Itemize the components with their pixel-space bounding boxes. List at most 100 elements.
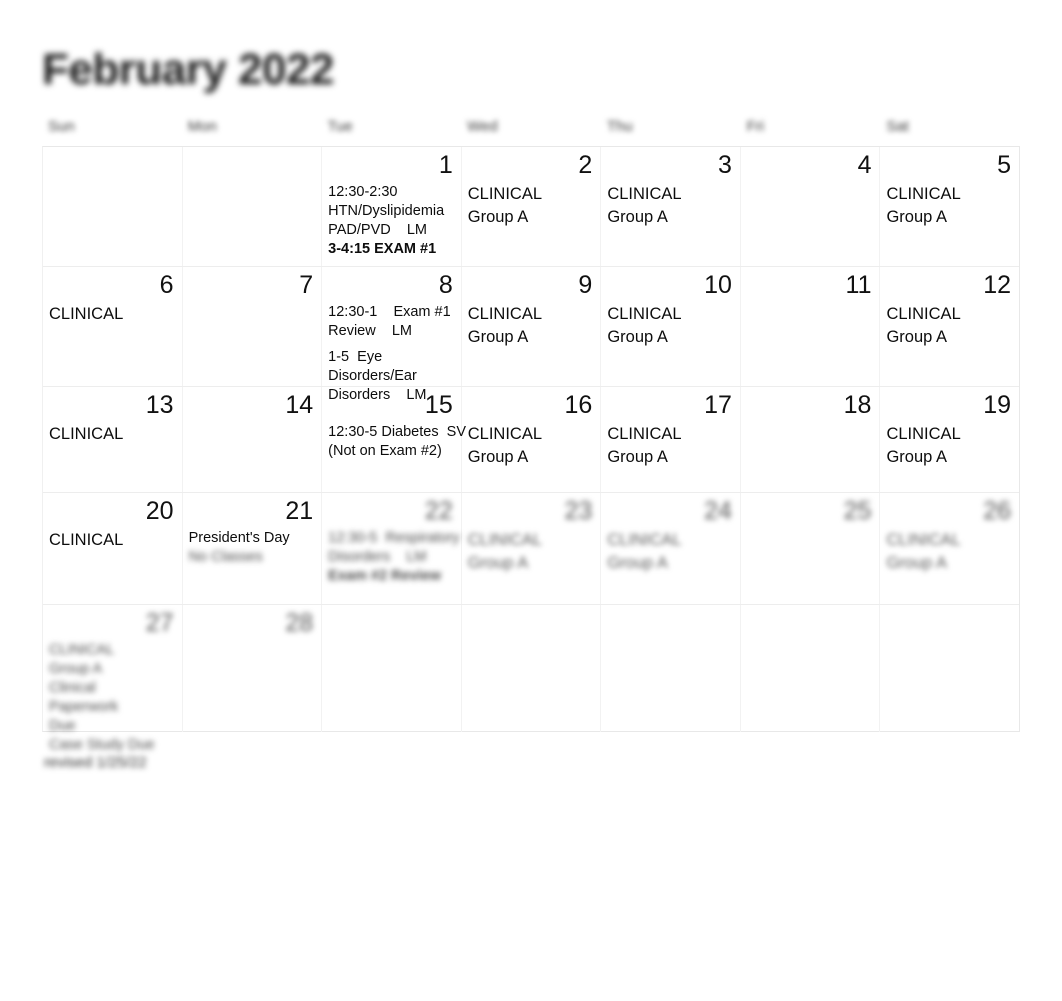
day-number: 6 bbox=[159, 271, 174, 299]
day-events: CLINICAL Group A bbox=[607, 421, 734, 469]
day-cell-11[interactable]: 11 bbox=[741, 267, 881, 386]
day-events: CLINICAL Group A bbox=[607, 181, 734, 229]
event-text[interactable]: CLINICAL Group A bbox=[607, 529, 734, 575]
day-cell-20[interactable]: 20 CLINICAL bbox=[43, 493, 183, 604]
day-number: 24 bbox=[704, 497, 732, 525]
day-header-sun: Sun bbox=[48, 118, 75, 135]
day-cell-empty[interactable] bbox=[462, 605, 602, 732]
day-cell-28[interactable]: 28 bbox=[183, 605, 323, 732]
day-number: 15 bbox=[424, 391, 453, 419]
day-cell-4[interactable]: 4 bbox=[741, 147, 881, 266]
event-text[interactable]: CLINICAL Group A bbox=[468, 423, 595, 469]
event-text[interactable]: CLINICAL Group A bbox=[468, 529, 595, 575]
calendar-week-row: 27 CLINICAL Group A Clinical Paperwork Du… bbox=[43, 605, 1019, 753]
event-text[interactable]: CLINICAL Group A bbox=[886, 183, 1013, 229]
day-events: CLINICAL Group A bbox=[607, 301, 734, 349]
day-number: 3 bbox=[717, 151, 732, 179]
day-cell-empty[interactable] bbox=[43, 147, 183, 266]
day-events: CLINICAL Group A bbox=[468, 527, 595, 575]
event-text[interactable]: CLINICAL Group A bbox=[607, 423, 734, 469]
day-cell-26[interactable]: 26 CLINICAL Group A bbox=[880, 493, 1019, 604]
day-cell-18[interactable]: 18 bbox=[741, 387, 881, 492]
day-cell-6[interactable]: 6 CLINICAL bbox=[43, 267, 183, 386]
day-number: 27 bbox=[145, 609, 174, 637]
day-number: 11 bbox=[845, 271, 872, 299]
day-cell-empty[interactable] bbox=[322, 605, 462, 732]
day-number: 25 bbox=[843, 497, 872, 525]
day-events: CLINICAL Group A bbox=[607, 527, 734, 575]
day-number: 26 bbox=[983, 497, 1012, 525]
calendar-grid: 1 12:30-2:30 HTN/Dyslipidemia PAD/PVD LM 3… bbox=[42, 146, 1020, 753]
day-cell-15[interactable]: 15 12:30-5 Diabetes SV (Not on Exam #2) bbox=[322, 387, 466, 492]
day-header-tue: Tue bbox=[327, 118, 353, 135]
event-text[interactable]: CLINICAL Group A bbox=[468, 303, 595, 349]
calendar-week-row: 6 CLINICAL 7 8 12:30-1 Exam #1 Review LM 1-5 … bbox=[43, 267, 1019, 403]
day-events: CLINICAL Group A bbox=[468, 421, 595, 469]
event-text[interactable]: CLINICAL Group A bbox=[607, 303, 734, 349]
day-cell-24[interactable]: 24 CLINICAL Group A bbox=[601, 493, 741, 604]
day-events: CLINICAL Group A bbox=[468, 181, 595, 229]
day-number bbox=[607, 607, 734, 639]
day-cell-17[interactable]: 17 CLINICAL Group A bbox=[601, 387, 741, 492]
calendar-week-row: 20 CLINICAL 21 President's Day No Classes 22 1… bbox=[43, 493, 1019, 605]
event-text[interactable]: President's Day bbox=[189, 529, 316, 548]
day-cell-10[interactable]: 10 CLINICAL Group A bbox=[601, 267, 741, 386]
day-number bbox=[468, 607, 595, 639]
day-events: President's Day No Classes bbox=[189, 527, 316, 567]
day-cell-7[interactable]: 7 bbox=[183, 267, 323, 386]
day-number: 8 bbox=[438, 271, 453, 299]
event-text[interactable]: CLINICAL bbox=[49, 423, 176, 446]
day-cell-21[interactable]: 21 President's Day No Classes bbox=[183, 493, 323, 604]
day-number: 16 bbox=[564, 391, 593, 419]
event-text[interactable]: CLINICAL Group A bbox=[886, 423, 1013, 469]
day-cell-14[interactable]: 14 bbox=[183, 387, 323, 492]
day-number: 7 bbox=[299, 271, 314, 299]
day-number: 12 bbox=[983, 271, 1012, 299]
event-text[interactable]: CLINICAL Group A bbox=[886, 303, 1013, 349]
event-text[interactable]: CLINICAL bbox=[49, 303, 176, 326]
day-cell-16[interactable]: 16 CLINICAL Group A bbox=[462, 387, 602, 492]
day-number bbox=[49, 149, 176, 181]
day-cell-empty[interactable] bbox=[880, 605, 1019, 732]
day-cell-22[interactable]: 22 12:30-5 Respiratory Disorders LM Exam #… bbox=[322, 493, 462, 604]
day-events: 12:30-5 Diabetes SV (Not on Exam #2) bbox=[328, 421, 466, 461]
day-cell-1[interactable]: 1 12:30-2:30 HTN/Dyslipidemia PAD/PVD LM 3… bbox=[322, 147, 462, 266]
event-text[interactable]: CLINICAL Group A bbox=[468, 183, 595, 229]
day-of-week-header: Sun Mon Tue Wed Thu Fri Sat bbox=[42, 116, 1020, 146]
day-events: CLINICAL Group A bbox=[886, 527, 1013, 575]
day-number: 19 bbox=[983, 391, 1012, 419]
day-cell-5[interactable]: 5 CLINICAL Group A bbox=[880, 147, 1019, 266]
day-cell-23[interactable]: 23 CLINICAL Group A bbox=[462, 493, 602, 604]
day-number: 17 bbox=[704, 391, 732, 419]
day-number: 23 bbox=[564, 497, 593, 525]
event-text[interactable]: No Classes bbox=[189, 548, 316, 567]
page-title: February 2022 bbox=[42, 45, 334, 94]
day-number: 5 bbox=[997, 151, 1012, 179]
footer-revision-note: revised 1/25/22 bbox=[44, 754, 147, 771]
day-cell-25[interactable]: 25 bbox=[741, 493, 881, 604]
day-cell-19[interactable]: 19 CLINICAL Group A bbox=[880, 387, 1019, 492]
event-text[interactable]: CLINICAL bbox=[49, 529, 176, 552]
day-number: 2 bbox=[578, 151, 593, 179]
day-cell-2[interactable]: 2 CLINICAL Group A bbox=[462, 147, 602, 266]
day-cell-3[interactable]: 3 CLINICAL Group A bbox=[601, 147, 741, 266]
day-cell-empty[interactable] bbox=[183, 147, 323, 266]
day-header-mon: Mon bbox=[187, 118, 217, 135]
event-text[interactable]: CLINICAL Group A bbox=[886, 529, 1013, 575]
day-number: 9 bbox=[578, 271, 593, 299]
day-cell-9[interactable]: 9 CLINICAL Group A bbox=[462, 267, 602, 386]
day-events: CLINICAL bbox=[49, 527, 176, 552]
day-cell-27[interactable]: 27 CLINICAL Group A Clinical Paperwork Du… bbox=[43, 605, 183, 753]
event-text[interactable]: CLINICAL Group A bbox=[607, 183, 734, 229]
day-events: CLINICAL Group A bbox=[886, 421, 1013, 469]
day-cell-empty[interactable] bbox=[601, 605, 741, 732]
day-cell-13[interactable]: 13 CLINICAL bbox=[43, 387, 183, 492]
day-number: 1 bbox=[438, 151, 453, 179]
day-number: 20 bbox=[145, 497, 174, 525]
day-number: 13 bbox=[145, 391, 174, 419]
day-header-wed: Wed bbox=[467, 118, 498, 135]
day-cell-8[interactable]: 8 12:30-1 Exam #1 Review LM 1-5 Eye Disord… bbox=[322, 267, 462, 403]
day-cell-empty[interactable] bbox=[741, 605, 881, 732]
day-number bbox=[189, 149, 316, 181]
day-cell-12[interactable]: 12 CLINICAL Group A bbox=[880, 267, 1019, 386]
